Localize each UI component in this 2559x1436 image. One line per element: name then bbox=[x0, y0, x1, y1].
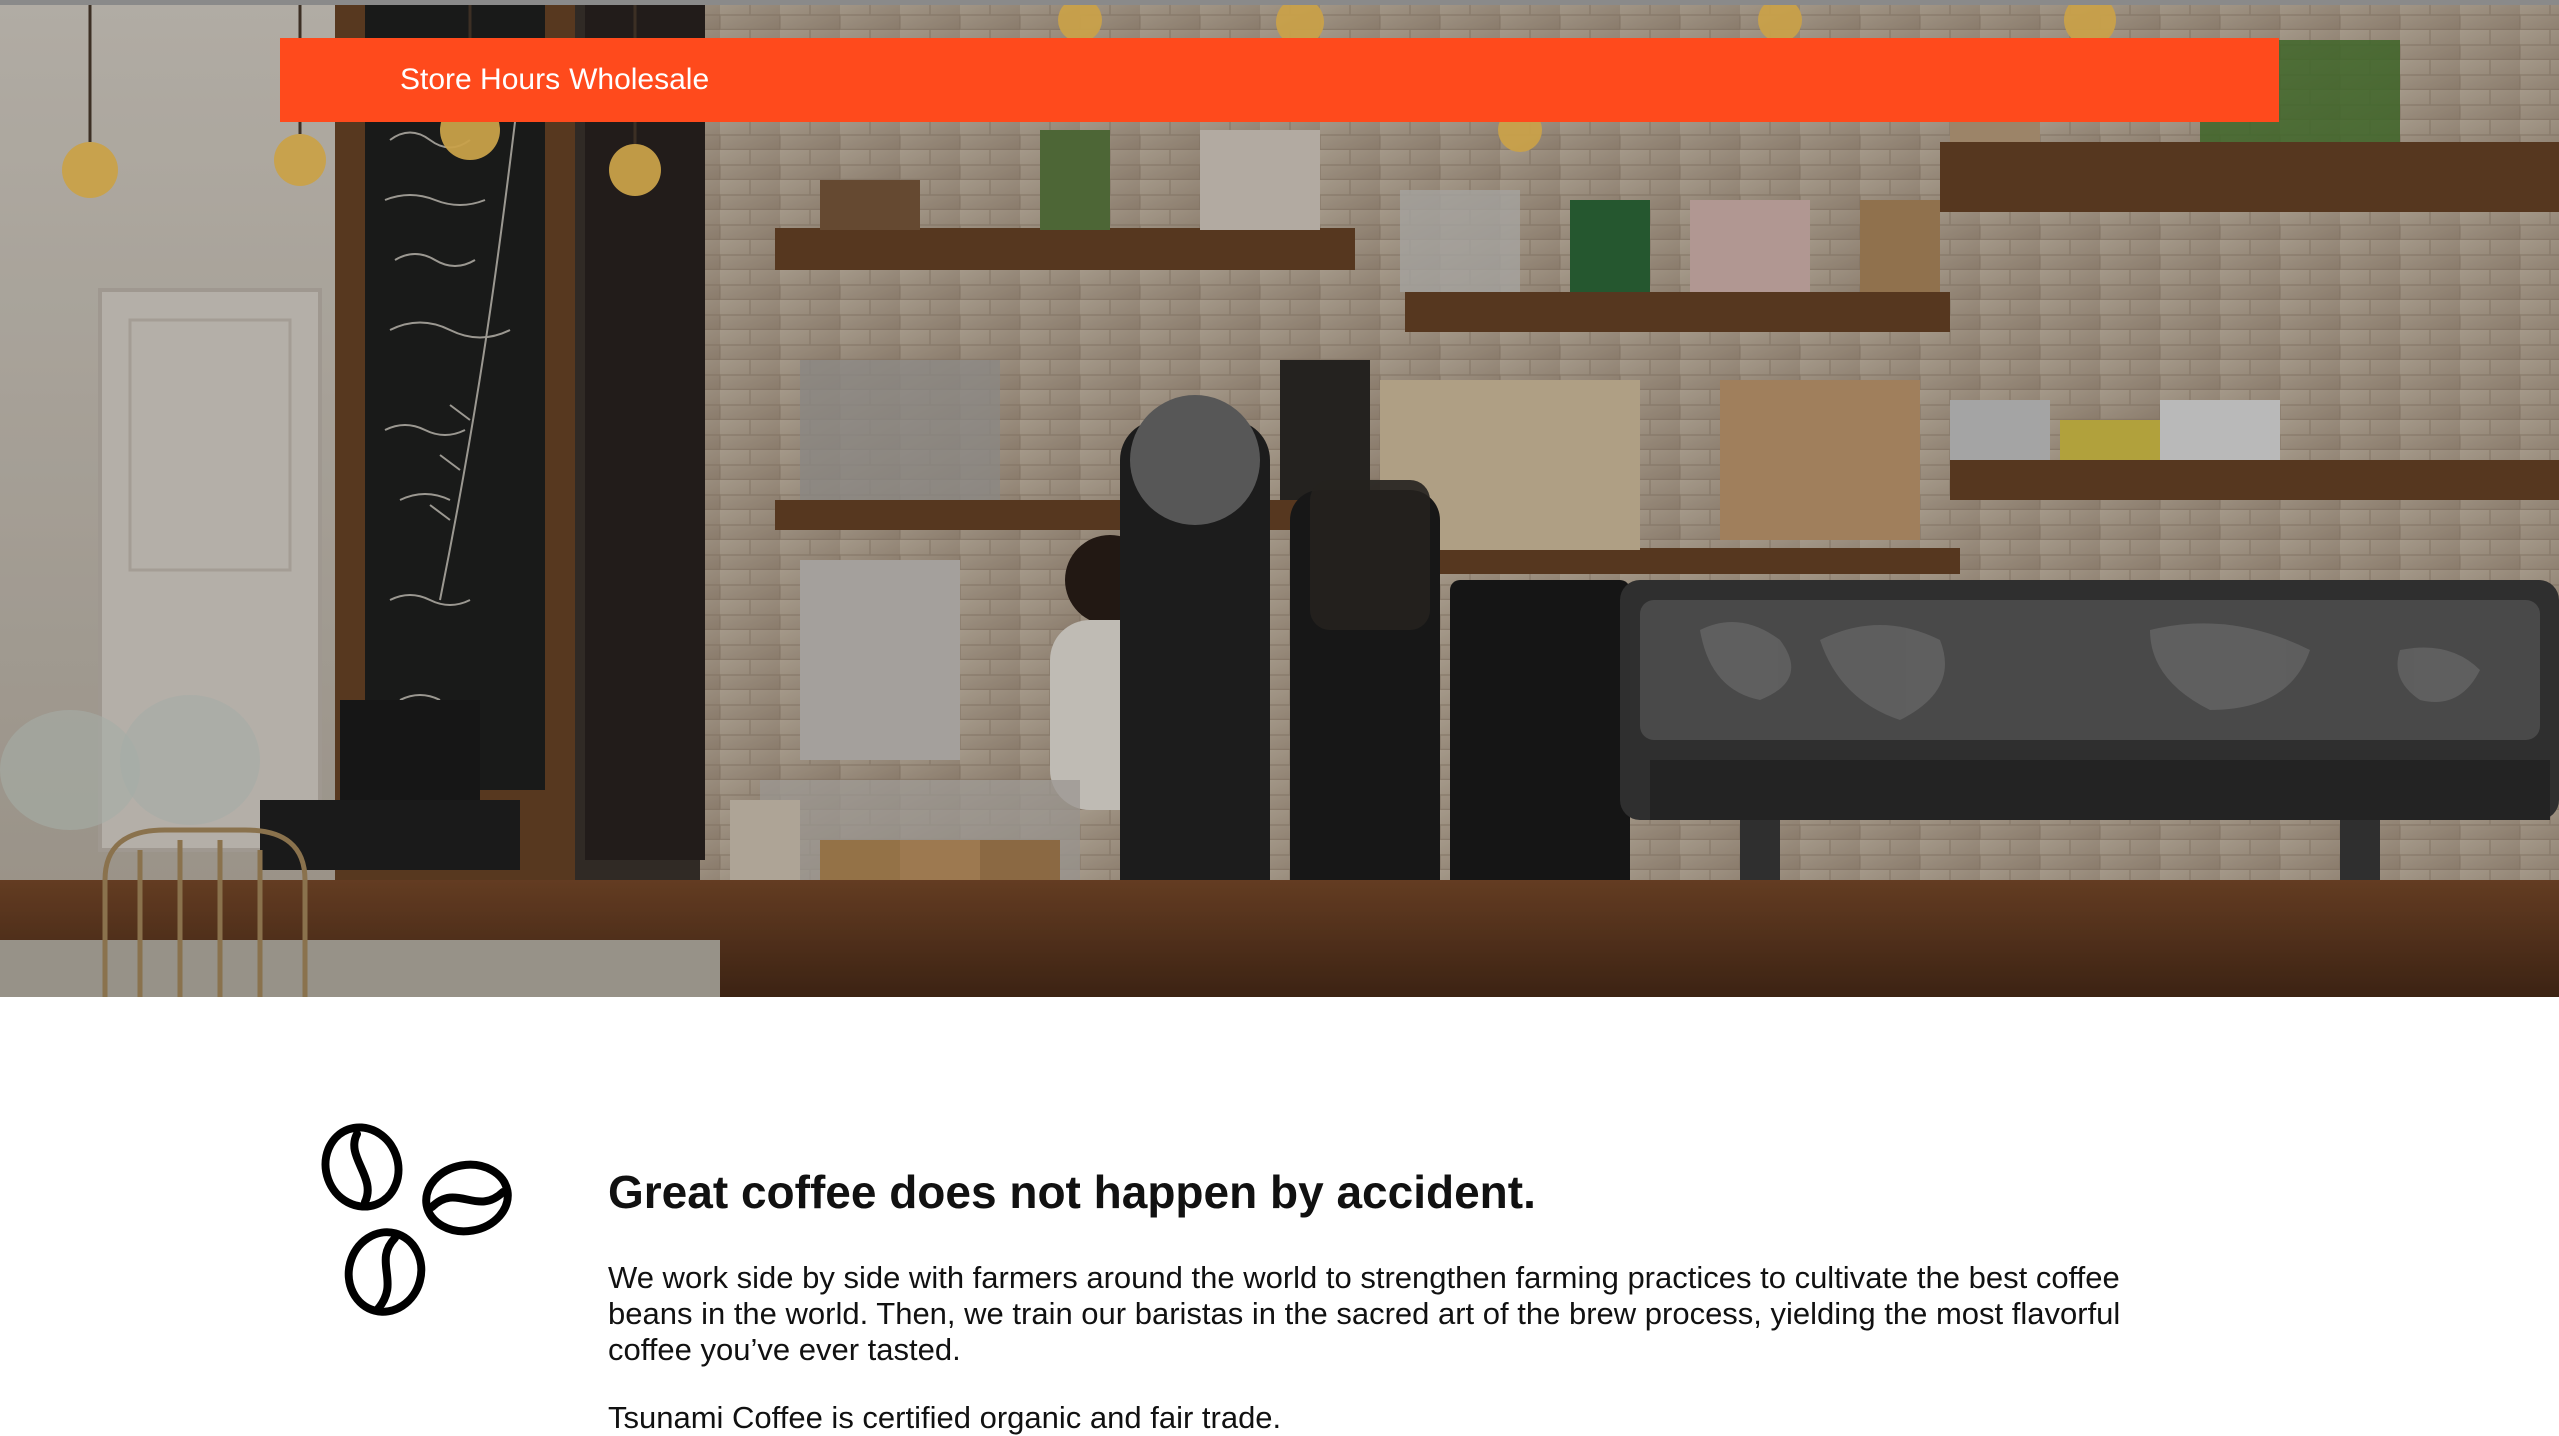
intro-paragraph: We work side by side with farmers around… bbox=[608, 1260, 2121, 1367]
intro-text-block: Great coffee does not happen by accident… bbox=[608, 1162, 2188, 1436]
page: Store Hours Wholesale Great coffee does … bbox=[0, 0, 2559, 1436]
hero-overlay bbox=[0, 0, 2559, 997]
headline: Great coffee does not happen by accident… bbox=[608, 1166, 1536, 1218]
hero-image: Store Hours Wholesale bbox=[0, 0, 2559, 997]
nav-link-wholesale[interactable]: Wholesale bbox=[569, 63, 709, 97]
top-border bbox=[0, 0, 2559, 5]
nav-link-store-hours[interactable]: Store Hours bbox=[400, 63, 560, 97]
coffee-beans-icon bbox=[321, 1123, 512, 1316]
navigation-bar: Store Hours Wholesale bbox=[280, 38, 2279, 122]
certification-paragraph: Tsunami Coffee is certified organic and … bbox=[608, 1400, 1282, 1435]
nav-links: Store Hours Wholesale bbox=[400, 63, 718, 97]
